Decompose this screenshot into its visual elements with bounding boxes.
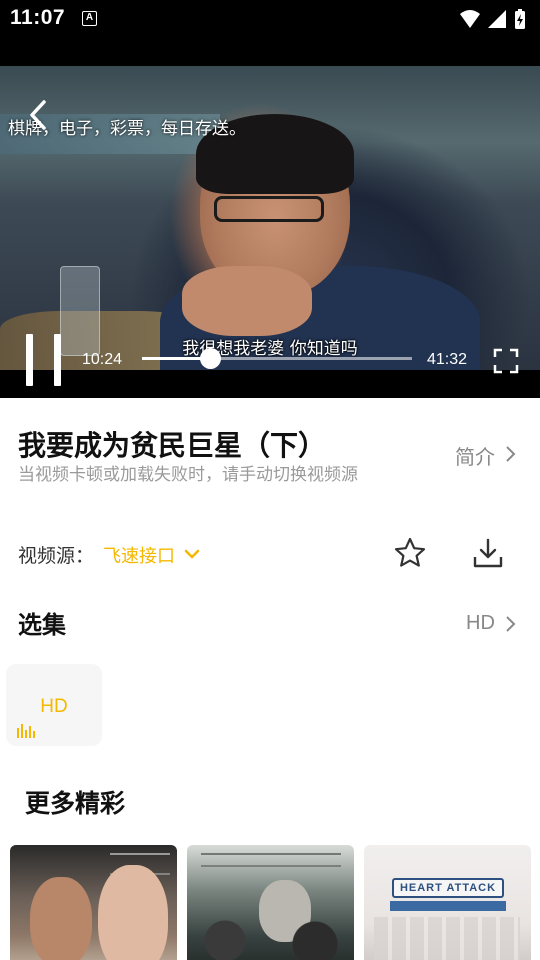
chevron-down-icon[interactable] (183, 545, 201, 563)
poster-title-art: HEART ATTACK (392, 878, 504, 898)
source-label: 视频源： (18, 545, 95, 567)
battery-icon (515, 9, 525, 29)
quality-link[interactable]: HD (466, 612, 495, 635)
video-frame (0, 66, 540, 370)
notification-icon: A (82, 11, 97, 26)
poster-card[interactable]: HEART ATTACK (364, 845, 531, 960)
sound-bars-icon (17, 724, 35, 738)
pause-icon (26, 334, 33, 386)
more-heading: 更多精彩 (25, 789, 126, 818)
poster-card[interactable] (187, 845, 354, 960)
playback-hint: 当视频卡顿或加载失败时，请手动切换视频源 (18, 465, 358, 485)
back-button[interactable] (24, 98, 54, 132)
intro-link[interactable]: 简介 (455, 441, 495, 470)
source-selector[interactable]: 飞速接口 (103, 542, 175, 568)
total-time: 41:32 (427, 351, 468, 368)
episode-item[interactable]: HD (6, 664, 102, 746)
wifi-icon (460, 10, 480, 28)
status-time: 11:07 (10, 6, 66, 29)
episode-label: HD (40, 696, 68, 717)
download-icon[interactable] (470, 535, 506, 571)
video-player[interactable]: 棋牌，电子，彩票，每日存送。 我很想我老婆 你知道吗 10:24 41:32 (0, 38, 540, 398)
fullscreen-icon[interactable] (493, 348, 519, 374)
poster-card[interactable] (10, 845, 177, 960)
chevron-right-icon[interactable] (503, 444, 517, 464)
pause-button[interactable] (22, 332, 66, 386)
system-status-icons (460, 9, 525, 29)
episodes-heading: 选集 (18, 611, 66, 639)
progress-bar[interactable] (142, 348, 412, 369)
star-icon[interactable] (392, 535, 428, 571)
chevron-right-icon[interactable] (503, 614, 517, 634)
status-bar: 11:07 A (0, 0, 540, 38)
current-time: 10:24 (82, 351, 123, 368)
progress-thumb[interactable] (199, 348, 221, 369)
signal-icon (488, 10, 506, 28)
video-title: 我要成为贫民巨星（下） (18, 429, 327, 462)
